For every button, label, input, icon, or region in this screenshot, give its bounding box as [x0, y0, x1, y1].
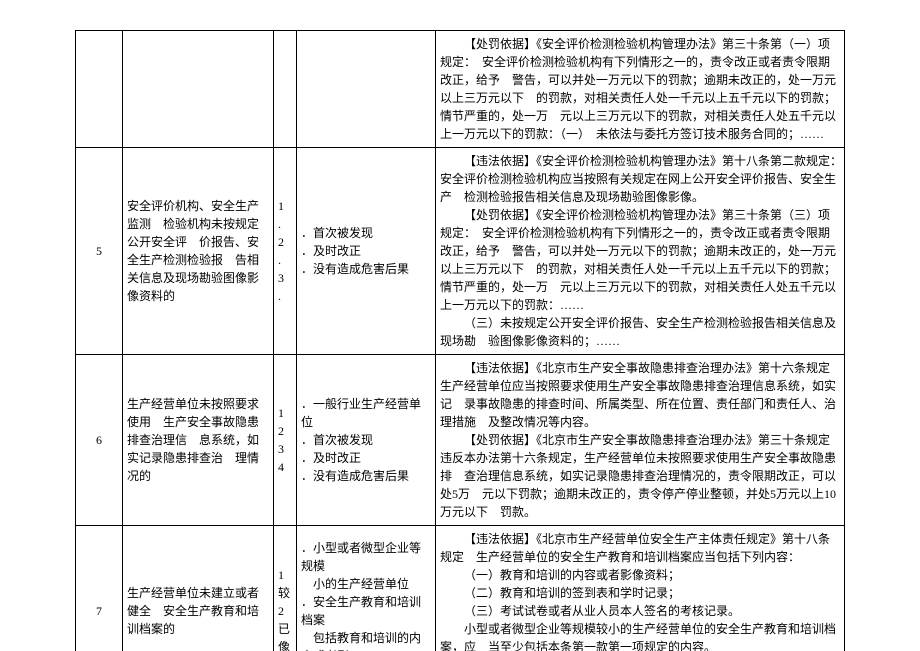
legal-basis: 【违法依据】《北京市生产经营单位安全生产主体责任规定》第十八条规定 生产经营单位… — [436, 526, 845, 651]
violation-description — [123, 31, 274, 148]
legal-basis-paragraph: 【违法依据】《北京市生产安全事故隐患排查治理办法》第十六条规定 生产经营单位应当… — [440, 359, 840, 431]
legal-basis-paragraph: （二）教育和培训的签到表和学时记录； — [440, 584, 840, 602]
legal-basis-paragraph: （一）教育和培训的内容或者影像资料； — [440, 566, 840, 584]
criteria-text: ．首次被发现 ．及时改正 ．没有造成危害后果 — [297, 148, 436, 355]
criteria-numbers — [274, 31, 297, 148]
row-number: 7 — [76, 526, 123, 651]
legal-basis: 【处罚依据】《安全评价检测检验机构管理办法》第三十条第（一）项规定： 安全评价检… — [436, 31, 845, 148]
regulation-table: 【处罚依据】《安全评价检测检验机构管理办法》第三十条第（一）项规定： 安全评价检… — [75, 30, 845, 651]
row-number — [76, 31, 123, 148]
criteria-text: ．小型或者微型企业等规模 小的生产经营单位 ．安全生产教育和培训档案 包括教育和… — [297, 526, 436, 651]
violation-description: 安全评价机构、安全生产监测 检验机构未按规定公开安全评 价报告、安全生产检测检验… — [123, 148, 274, 355]
legal-basis: 【违法依据】《安全评价检测检验机构管理办法》第十八条第二款规定： 安全评价检测检… — [436, 148, 845, 355]
legal-basis-paragraph: 【处罚依据】《安全评价检测检验机构管理办法》第三十条第（一）项规定： 安全评价检… — [440, 35, 840, 143]
violation-description: 生产经营单位未建立或者健全 安全生产教育和培训档案的 — [123, 526, 274, 651]
table-row: 7生产经营单位未建立或者健全 安全生产教育和培训档案的1 较 2 已 像．小型或… — [76, 526, 845, 651]
criteria-numbers: 1 较 2 已 像 — [274, 526, 297, 651]
table-row: 【处罚依据】《安全评价检测检验机构管理办法》第三十条第（一）项规定： 安全评价检… — [76, 31, 845, 148]
criteria-numbers: 1 . 2 . 3 . — [274, 148, 297, 355]
violation-description: 生产经营单位未按照要求使用 生产安全事故隐患排查治理信 息系统，如实记录隐患排查… — [123, 355, 274, 526]
table-row: 5安全评价机构、安全生产监测 检验机构未按规定公开安全评 价报告、安全生产检测检… — [76, 148, 845, 355]
row-number: 5 — [76, 148, 123, 355]
legal-basis-paragraph: 【违法依据】《北京市生产经营单位安全生产主体责任规定》第十八条规定 生产经营单位… — [440, 530, 840, 566]
criteria-numbers: 1 2 3 4 — [274, 355, 297, 526]
legal-basis-paragraph: 【处罚依据】《北京市生产安全事故隐患排查治理办法》第三十条规定 违反本办法第十六… — [440, 431, 840, 521]
legal-basis-paragraph: （三）考试试卷或者从业人员本人签名的考核记录。 — [440, 602, 840, 620]
legal-basis-paragraph: 【违法依据】《安全评价检测检验机构管理办法》第十八条第二款规定： 安全评价检测检… — [440, 152, 840, 206]
legal-basis-paragraph: 【处罚依据】《安全评价检测检验机构管理办法》第三十条第（三）项规定： 安全评价检… — [440, 206, 840, 314]
legal-basis-paragraph: 小型或者微型企业等规模较小的生产经营单位的安全生产教育和培训档案，应 当至少包括… — [440, 620, 840, 651]
table-row: 6生产经营单位未按照要求使用 生产安全事故隐患排查治理信 息系统，如实记录隐患排… — [76, 355, 845, 526]
legal-basis: 【违法依据】《北京市生产安全事故隐患排查治理办法》第十六条规定 生产经营单位应当… — [436, 355, 845, 526]
legal-basis-paragraph: （三）未按规定公开安全评价报告、安全生产检测检验报告相关信息及现场勘 验图像影像… — [440, 314, 840, 350]
row-number: 6 — [76, 355, 123, 526]
criteria-text: ．一般行业生产经营单位 ．首次被发现 ．及时改正 ．没有造成危害后果 — [297, 355, 436, 526]
criteria-text — [297, 31, 436, 148]
